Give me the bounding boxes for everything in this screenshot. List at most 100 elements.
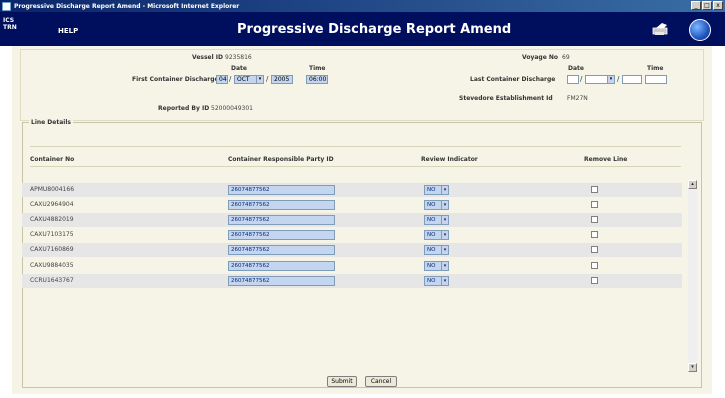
chevron-down-icon: ▾ <box>441 231 448 239</box>
last-year-input[interactable] <box>622 75 642 84</box>
stevedore-label: Stevedore Establishment Id <box>459 95 553 102</box>
container-no-cell: CAXU7103175 <box>30 231 74 238</box>
first-time-input[interactable]: 06:00 <box>306 75 328 84</box>
close-button[interactable]: x <box>713 1 723 10</box>
container-no-cell: CAXU4882019 <box>30 216 74 223</box>
minimize-button[interactable]: _ <box>691 1 701 10</box>
review-value: NO <box>427 187 436 193</box>
last-time-label: Time <box>647 65 664 72</box>
container-no-cell: CAXU7160869 <box>30 246 74 253</box>
vessel-id-value: 9235816 <box>225 54 252 61</box>
party-id-input[interactable]: 26074877562 <box>228 185 335 195</box>
party-id-input[interactable]: 26074877562 <box>228 215 335 225</box>
review-indicator-select[interactable]: NO ▾ <box>424 185 449 195</box>
review-value: NO <box>427 263 436 269</box>
print-icon[interactable] <box>652 23 670 36</box>
date-separator: / <box>229 75 232 83</box>
review-value: NO <box>427 247 436 253</box>
remove-line-checkbox[interactable] <box>591 277 598 284</box>
review-value: NO <box>427 202 436 208</box>
container-no-cell: APMU8004166 <box>30 186 75 193</box>
stevedore-value: FM27N <box>567 95 588 102</box>
remove-line-checkbox[interactable] <box>591 262 598 269</box>
vertical-scrollbar[interactable]: ▴ ▾ <box>688 180 697 372</box>
date-separator: / <box>617 75 620 83</box>
remove-line-checkbox[interactable] <box>591 231 598 238</box>
scroll-up-icon[interactable]: ▴ <box>688 180 697 189</box>
remove-line-checkbox[interactable] <box>591 201 598 208</box>
table-row: CCRU1643767 26074877562 NO ▾ <box>22 274 682 288</box>
container-no-cell: CCRU1643767 <box>30 277 74 284</box>
chevron-down-icon: ▾ <box>441 216 448 224</box>
review-indicator-select[interactable]: NO ▾ <box>424 245 449 255</box>
last-time-input[interactable] <box>645 75 667 84</box>
first-month-select[interactable]: OCT ▾ <box>234 75 264 84</box>
party-id-input[interactable]: 26074877562 <box>228 230 335 240</box>
table-row: CAXU4882019 26074877562 NO ▾ <box>22 213 682 227</box>
remove-line-checkbox[interactable] <box>591 246 598 253</box>
first-discharge-label: First Container Discharge <box>132 76 219 83</box>
globe-icon[interactable] <box>689 19 711 41</box>
voyage-no-value: 69 <box>562 54 570 61</box>
review-indicator-select[interactable]: NO ▾ <box>424 200 449 210</box>
col-responsible-party: Container Responsible Party ID <box>228 156 334 163</box>
last-date-label: Date <box>568 65 584 72</box>
vessel-id-label: Vessel ID <box>192 54 223 61</box>
container-no-cell: CAXU2964904 <box>30 201 74 208</box>
chevron-down-icon: ▾ <box>441 246 448 254</box>
scroll-down-icon[interactable]: ▾ <box>688 363 697 372</box>
chevron-down-icon: ▾ <box>441 277 448 285</box>
ie-icon <box>2 1 11 11</box>
window-titlebar: Progressive Discharge Report Amend - Mic… <box>0 0 725 12</box>
party-id-input[interactable]: 26074877562 <box>228 245 335 255</box>
cancel-button[interactable]: Cancel <box>365 376 397 387</box>
remove-line-checkbox[interactable] <box>591 216 598 223</box>
header-divider-bottom <box>30 166 681 167</box>
voyage-no-label: Voyage No <box>522 54 558 61</box>
review-indicator-select[interactable]: NO ▾ <box>424 215 449 225</box>
header-divider-top <box>30 146 681 147</box>
review-value: NO <box>427 217 436 223</box>
submit-button[interactable]: Submit <box>327 376 357 387</box>
first-time-label: Time <box>309 65 326 72</box>
party-id-input[interactable]: 26074877562 <box>228 200 335 210</box>
review-indicator-select[interactable]: NO ▾ <box>424 261 449 271</box>
maximize-button[interactable]: □ <box>702 1 712 10</box>
first-day-input[interactable]: 04 <box>216 75 228 84</box>
app-logo: ICS TRN <box>3 17 17 31</box>
chevron-down-icon: ▾ <box>441 186 448 194</box>
last-discharge-label: Last Container Discharge <box>470 76 556 83</box>
remove-line-checkbox[interactable] <box>591 186 598 193</box>
table-row: CAXU2964904 26074877562 NO ▾ <box>22 198 682 212</box>
col-container-no: Container No <box>30 156 75 163</box>
line-details-legend: Line Details <box>29 119 73 126</box>
review-indicator-select[interactable]: NO ▾ <box>424 230 449 240</box>
chevron-down-icon: ▾ <box>441 201 448 209</box>
date-separator: / <box>580 75 583 83</box>
col-remove-line: Remove Line <box>584 156 628 163</box>
table-row: CAXU9884035 26074877562 NO ▾ <box>22 259 682 273</box>
first-date-label: Date <box>231 65 247 72</box>
review-indicator-select[interactable]: NO ▾ <box>424 276 449 286</box>
first-year-input[interactable]: 2005 <box>271 75 293 84</box>
window-controls: _ □ x <box>691 1 723 10</box>
review-value: NO <box>427 278 436 284</box>
reported-by-label: Reported By ID <box>158 105 210 112</box>
table-row: APMU8004166 26074877562 NO ▾ <box>22 183 682 197</box>
last-month-select[interactable]: ▾ <box>585 75 615 84</box>
party-id-input[interactable]: 26074877562 <box>228 276 335 286</box>
logo-line1: ICS <box>3 17 15 24</box>
chevron-down-icon: ▾ <box>607 76 614 83</box>
page-title: Progressive Discharge Report Amend <box>237 22 512 37</box>
help-link[interactable]: HELP <box>58 27 78 35</box>
chevron-down-icon: ▾ <box>441 262 448 270</box>
date-separator: / <box>266 75 269 83</box>
table-row: CAXU7160869 26074877562 NO ▾ <box>22 243 682 257</box>
app-header: ICS TRN HELP Progressive Discharge Repor… <box>0 12 725 46</box>
col-review-indicator: Review Indicator <box>421 156 478 163</box>
chevron-down-icon: ▾ <box>256 76 263 83</box>
last-day-input[interactable] <box>567 75 579 84</box>
party-id-input[interactable]: 26074877562 <box>228 261 335 271</box>
header-fields-box <box>20 49 704 121</box>
first-month-value: OCT <box>237 76 250 83</box>
